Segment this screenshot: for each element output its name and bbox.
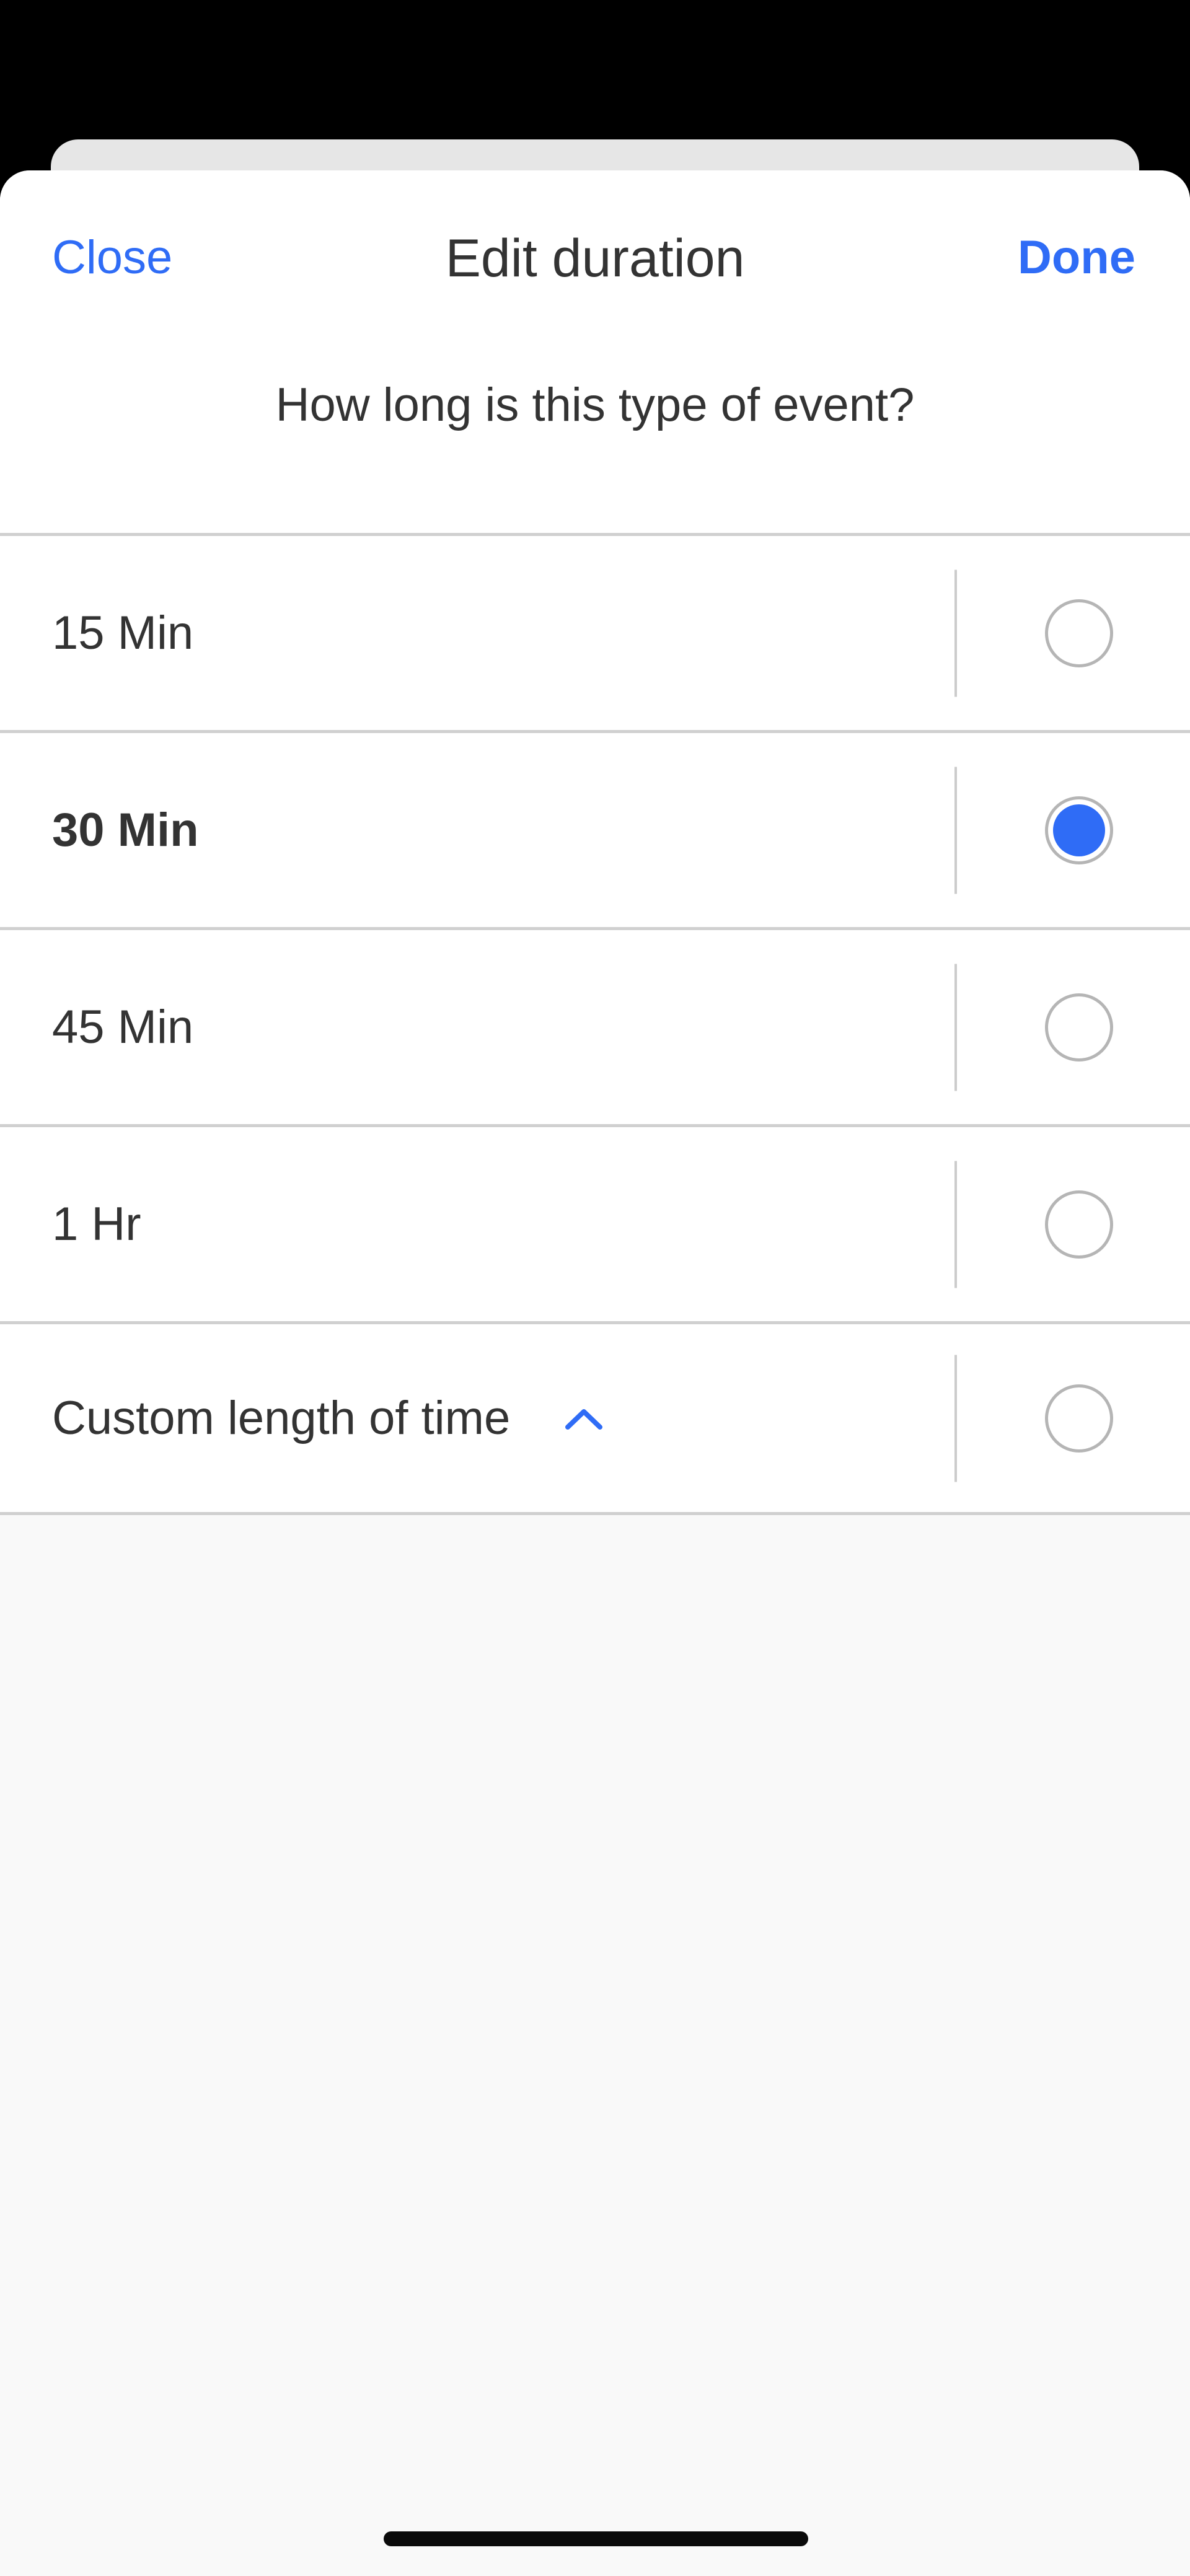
option-label: 1 Hr [52,1197,141,1251]
option-custom-length[interactable]: Custom length of time [0,1324,1190,1515]
radio-button[interactable] [1045,1190,1113,1259]
close-button[interactable]: Close [52,234,172,281]
vertical-divider [954,767,957,894]
duration-options-list: 15 Min 30 Min 45 Min 1 Hr Custom length … [0,533,1190,1515]
option-label: 30 Min [52,803,199,856]
radio-dot [1053,804,1105,856]
home-indicator [384,2531,808,2546]
vertical-divider [954,569,957,697]
option-30-min[interactable]: 30 Min [0,733,1190,930]
radio-button[interactable] [1045,796,1113,864]
done-button[interactable]: Done [1018,234,1135,281]
radio-button[interactable] [1045,1384,1113,1453]
option-1-hr[interactable]: 1 Hr [0,1127,1190,1324]
option-label: 45 Min [52,1000,194,1053]
edit-duration-sheet: Close Edit duration Done How long is thi… [0,170,1190,2576]
vertical-divider [954,964,957,1091]
radio-button[interactable] [1045,599,1113,667]
option-15-min[interactable]: 15 Min [0,536,1190,733]
chevron-up-icon[interactable] [564,1406,604,1431]
vertical-divider [954,1161,957,1288]
option-45-min[interactable]: 45 Min [0,930,1190,1127]
sheet-header: Close Edit duration Done How long is thi… [0,170,1190,533]
vertical-divider [954,1355,957,1482]
option-label: Custom length of time [52,1391,511,1444]
duration-question: How long is this type of event? [275,379,915,431]
option-label: 15 Min [52,606,194,659]
radio-button[interactable] [1045,993,1113,1062]
page-title: Edit duration [445,229,745,288]
